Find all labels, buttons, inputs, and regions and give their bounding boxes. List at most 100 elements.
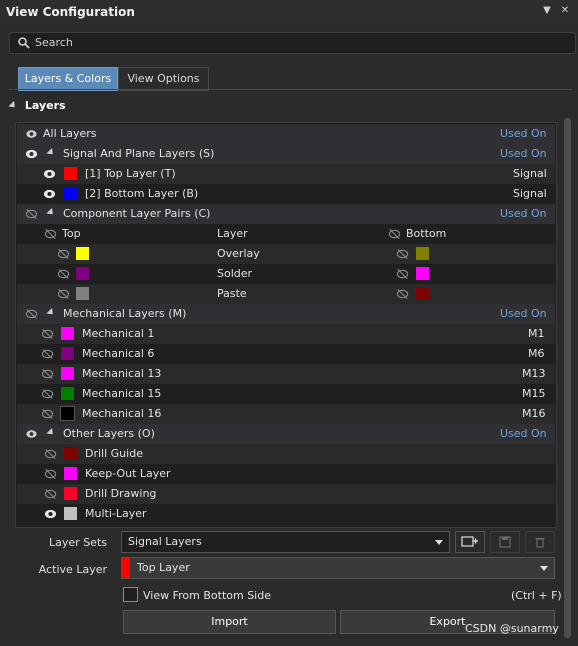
eye-hidden-icon[interactable] bbox=[41, 328, 54, 340]
layer-name: Drill Drawing bbox=[85, 487, 157, 500]
collapse-triangle-icon[interactable] bbox=[46, 307, 56, 318]
layer-row-mech1[interactable]: Mechanical 1 M1 bbox=[17, 324, 555, 344]
dropdown-arrow-icon[interactable]: ▼ bbox=[541, 5, 553, 17]
layer-sets-select[interactable]: Signal Layers bbox=[121, 531, 450, 553]
color-swatch[interactable] bbox=[64, 507, 77, 520]
color-swatch[interactable] bbox=[61, 367, 74, 380]
color-swatch[interactable] bbox=[61, 347, 74, 360]
tab-layers-colors[interactable]: Layers & Colors bbox=[18, 67, 118, 91]
group-row-mechanical[interactable]: Mechanical Layers (M) Used On bbox=[17, 304, 555, 324]
eye-hidden-icon[interactable] bbox=[57, 268, 70, 280]
color-swatch[interactable] bbox=[64, 467, 77, 480]
eye-hidden-icon[interactable] bbox=[44, 468, 57, 480]
eye-hidden-icon[interactable] bbox=[25, 308, 38, 320]
layer-name: Mechanical 6 bbox=[82, 347, 155, 360]
signal-group-label: Signal And Plane Layers (S) bbox=[63, 147, 215, 160]
save-icon bbox=[499, 536, 511, 548]
eye-partial-icon[interactable] bbox=[25, 128, 38, 140]
collapse-triangle-icon[interactable] bbox=[46, 427, 56, 438]
group-row-signal[interactable]: Signal And Plane Layers (S) Used On bbox=[17, 144, 555, 164]
pair-row-solder[interactable]: Solder bbox=[17, 264, 555, 284]
group-row-all-layers[interactable]: All Layers Used On bbox=[17, 124, 555, 144]
import-button[interactable]: Import bbox=[123, 610, 336, 634]
layer-row-mech15[interactable]: Mechanical 15 M15 bbox=[17, 384, 555, 404]
eye-hidden-icon[interactable] bbox=[44, 228, 57, 240]
color-swatch[interactable] bbox=[60, 406, 75, 421]
pair-row-overlay[interactable]: Overlay bbox=[17, 244, 555, 264]
eye-hidden-icon[interactable] bbox=[41, 408, 54, 420]
group-row-component-pairs[interactable]: Component Layer Pairs (C) Used On bbox=[17, 204, 555, 224]
layer-row-mech13[interactable]: Mechanical 13 M13 bbox=[17, 364, 555, 384]
pairs-column-header: Top Layer Bottom bbox=[17, 224, 555, 244]
close-icon[interactable]: ✕ bbox=[559, 5, 571, 17]
eye-hidden-icon[interactable] bbox=[396, 248, 409, 260]
search-input[interactable]: Search bbox=[9, 32, 576, 54]
eye-icon[interactable] bbox=[43, 168, 56, 180]
mech-group-status[interactable]: Used On bbox=[500, 304, 547, 324]
bottom-color-swatch[interactable] bbox=[416, 247, 429, 260]
layer-row-top[interactable]: [1] Top Layer (T) Signal bbox=[17, 164, 555, 184]
eye-hidden-icon[interactable] bbox=[44, 488, 57, 500]
top-color-swatch[interactable] bbox=[76, 267, 89, 280]
eye-hidden-icon[interactable] bbox=[41, 368, 54, 380]
layers-section-header[interactable]: Layers bbox=[8, 99, 66, 112]
color-swatch[interactable] bbox=[64, 447, 77, 460]
eye-hidden-icon[interactable] bbox=[396, 288, 409, 300]
signal-group-status[interactable]: Used On bbox=[500, 144, 547, 164]
eye-hidden-icon[interactable] bbox=[44, 448, 57, 460]
layer-sets-value: Signal Layers bbox=[128, 535, 202, 548]
col-top: Top bbox=[62, 227, 81, 240]
eye-hidden-icon[interactable] bbox=[57, 288, 70, 300]
mech-group-label: Mechanical Layers (M) bbox=[63, 307, 187, 320]
color-swatch[interactable] bbox=[61, 387, 74, 400]
pair-row-paste[interactable]: Paste bbox=[17, 284, 555, 304]
color-swatch[interactable] bbox=[64, 487, 77, 500]
layer-type: Signal bbox=[513, 167, 547, 180]
eye-hidden-icon[interactable] bbox=[396, 268, 409, 280]
collapse-triangle-icon[interactable] bbox=[46, 207, 56, 218]
bottom-color-swatch[interactable] bbox=[416, 267, 429, 280]
eye-hidden-icon[interactable] bbox=[57, 248, 70, 260]
color-swatch[interactable] bbox=[64, 187, 77, 200]
layer-code: M6 bbox=[528, 347, 545, 360]
color-swatch[interactable] bbox=[64, 167, 77, 180]
group-row-other[interactable]: Other Layers (O) Used On bbox=[17, 424, 555, 444]
eye-partial-icon[interactable] bbox=[25, 428, 38, 440]
eye-icon[interactable] bbox=[44, 508, 57, 520]
color-swatch[interactable] bbox=[61, 327, 74, 340]
eye-icon[interactable] bbox=[25, 148, 38, 160]
all-layers-status[interactable]: Used On bbox=[500, 124, 547, 144]
pairs-group-status[interactable]: Used On bbox=[500, 204, 547, 224]
bottom-color-swatch[interactable] bbox=[416, 287, 429, 300]
layer-row-drill-drawing[interactable]: Drill Drawing bbox=[17, 484, 555, 504]
scrollbar-thumb[interactable] bbox=[564, 118, 571, 638]
add-layer-set-button[interactable] bbox=[455, 531, 485, 553]
layer-name: Mechanical 15 bbox=[82, 387, 162, 400]
layer-row-mech6[interactable]: Mechanical 6 M6 bbox=[17, 344, 555, 364]
top-color-swatch[interactable] bbox=[76, 287, 89, 300]
delete-layer-set-button[interactable] bbox=[525, 531, 555, 553]
top-color-swatch[interactable] bbox=[76, 247, 89, 260]
collapse-triangle-icon[interactable] bbox=[46, 147, 56, 158]
eye-icon[interactable] bbox=[43, 188, 56, 200]
active-layer-select[interactable]: Top Layer bbox=[121, 557, 555, 579]
pairs-group-label: Component Layer Pairs (C) bbox=[63, 207, 211, 220]
eye-hidden-icon[interactable] bbox=[388, 228, 401, 240]
other-group-status[interactable]: Used On bbox=[500, 424, 547, 444]
layer-row-drill-guide[interactable]: Drill Guide bbox=[17, 444, 555, 464]
col-bottom: Bottom bbox=[406, 227, 447, 240]
search-placeholder: Search bbox=[35, 36, 73, 49]
tab-view-options[interactable]: View Options bbox=[118, 67, 209, 91]
layer-row-multi-layer[interactable]: Multi-Layer bbox=[17, 504, 555, 524]
pair-layer-name: Solder bbox=[217, 267, 253, 280]
layer-row-bottom[interactable]: [2] Bottom Layer (B) Signal bbox=[17, 184, 555, 204]
eye-hidden-icon[interactable] bbox=[41, 348, 54, 360]
layers-panel: All Layers Used On Signal And Plane Laye… bbox=[15, 122, 557, 528]
layer-row-mech16[interactable]: Mechanical 16 M16 bbox=[17, 404, 555, 424]
save-layer-set-button[interactable] bbox=[490, 531, 520, 553]
layer-row-keep-out[interactable]: Keep-Out Layer bbox=[17, 464, 555, 484]
eye-hidden-icon[interactable] bbox=[25, 208, 38, 220]
layer-name: Mechanical 1 bbox=[82, 327, 155, 340]
eye-hidden-icon[interactable] bbox=[41, 388, 54, 400]
view-from-bottom-checkbox[interactable] bbox=[123, 587, 138, 602]
